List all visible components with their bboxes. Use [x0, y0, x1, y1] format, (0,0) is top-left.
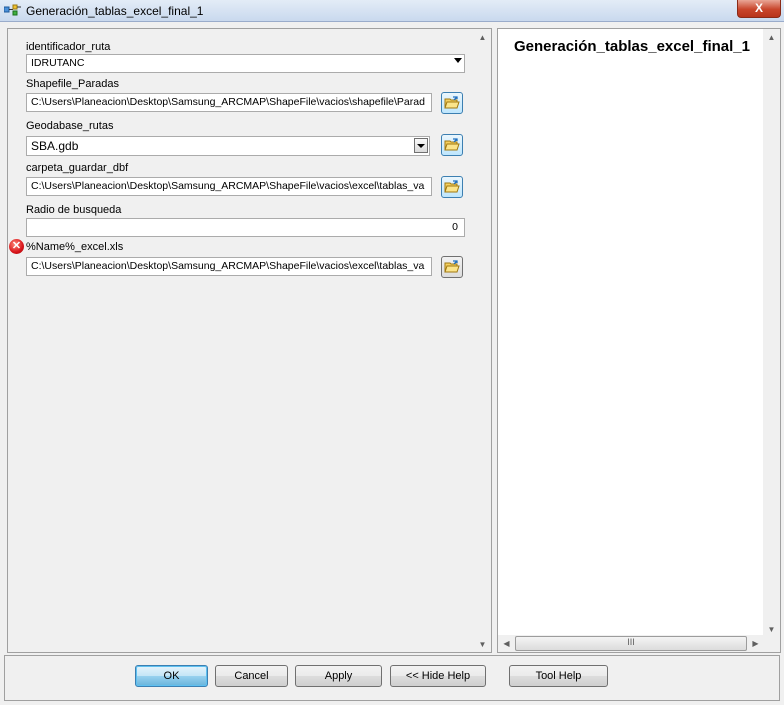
- name-excel-input[interactable]: C:\Users\Planeacion\Desktop\Samsung_ARCM…: [26, 257, 432, 276]
- open-folder-icon: [444, 138, 460, 151]
- vertical-scrollbar[interactable]: ▲ ▼: [474, 29, 491, 652]
- error-icon: ✕: [9, 239, 24, 254]
- ok-button[interactable]: OK: [135, 665, 208, 687]
- scroll-thumb[interactable]: III: [515, 636, 747, 651]
- open-folder-icon: [444, 260, 460, 273]
- radio-busqueda-input[interactable]: 0: [26, 218, 465, 237]
- carpeta-guardar-dbf-input[interactable]: C:\Users\Planeacion\Desktop\Samsung_ARCM…: [26, 177, 432, 196]
- help-vertical-scrollbar[interactable]: ▲ ▼: [763, 29, 780, 637]
- geodatabase-rutas-label: Geodabase_rutas: [26, 120, 114, 132]
- combobox-button[interactable]: [414, 138, 428, 153]
- name-excel-label: %Name%_excel.xls: [26, 241, 124, 253]
- scroll-down-icon[interactable]: ▼: [767, 625, 776, 634]
- shapefile-paradas-input[interactable]: C:\Users\Planeacion\Desktop\Samsung_ARCM…: [26, 93, 432, 112]
- scroll-left-icon[interactable]: ◀: [502, 639, 511, 648]
- radio-busqueda-label: Radio de busqueda: [26, 204, 122, 216]
- chevron-down-icon: [454, 58, 462, 63]
- open-folder-icon: [444, 180, 460, 193]
- open-folder-icon: [444, 96, 460, 109]
- scroll-right-icon[interactable]: ▶: [751, 639, 760, 648]
- scroll-up-icon[interactable]: ▲: [767, 33, 776, 42]
- window-title: Generación_tablas_excel_final_1: [26, 4, 204, 18]
- hide-help-button[interactable]: << Hide Help: [390, 665, 486, 687]
- scroll-down-icon[interactable]: ▼: [478, 640, 487, 649]
- shapefile-paradas-browse-button[interactable]: [441, 92, 463, 114]
- geodatabase-rutas-combobox[interactable]: SBA.gdb: [26, 136, 430, 156]
- identificador-ruta-dropdown[interactable]: IDRUTANC: [26, 54, 465, 73]
- help-panel: Generación_tablas_excel_final_1 ▲ ▼ ◀ II…: [497, 28, 781, 653]
- model-icon: [4, 4, 21, 16]
- identificador-ruta-label: identificador_ruta: [26, 41, 111, 53]
- carpeta-guardar-dbf-browse-button[interactable]: [441, 176, 463, 198]
- geodatabase-rutas-value: SBA.gdb: [31, 139, 79, 153]
- carpeta-guardar-dbf-label: carpeta_guardar_dbf: [26, 162, 129, 174]
- name-excel-browse-button[interactable]: [441, 256, 463, 278]
- cancel-button[interactable]: Cancel: [215, 665, 288, 687]
- help-title: Generación_tablas_excel_final_1: [514, 38, 750, 55]
- tool-help-button[interactable]: Tool Help: [509, 665, 608, 687]
- geodatabase-rutas-browse-button[interactable]: [441, 134, 463, 156]
- scroll-corner: [763, 635, 780, 652]
- close-button[interactable]: X: [737, 0, 781, 18]
- help-horizontal-scrollbar[interactable]: ◀ III ▶: [498, 635, 764, 652]
- chevron-down-icon: [417, 144, 425, 148]
- apply-button[interactable]: Apply: [295, 665, 382, 687]
- identificador-ruta-value: IDRUTANC: [31, 57, 85, 69]
- shapefile-paradas-label: Shapefile_Paradas: [26, 78, 119, 90]
- parameters-panel: ▲ ▼ identificador_ruta IDRUTANC Shapefil…: [7, 28, 492, 653]
- scroll-up-icon[interactable]: ▲: [478, 33, 487, 42]
- title-bar: Generación_tablas_excel_final_1 X: [0, 0, 784, 22]
